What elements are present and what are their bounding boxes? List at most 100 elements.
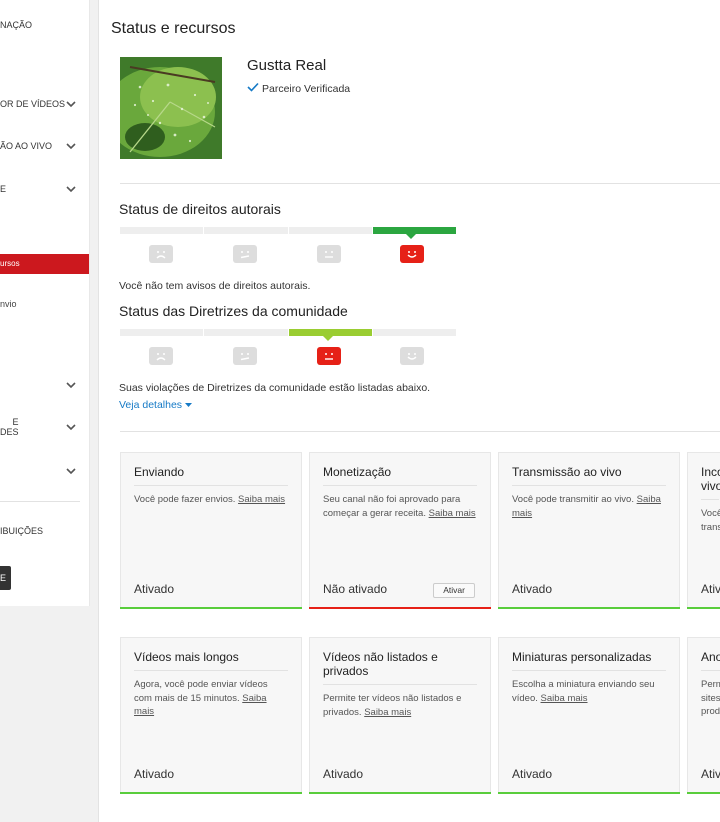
sidebar-item-label: ursos	[0, 259, 20, 268]
card-status: Ativado	[512, 767, 553, 781]
status-segment-active	[288, 329, 372, 336]
card-status-bar	[687, 607, 720, 609]
card-status: Ativado	[512, 582, 553, 596]
sidebar: NAÇÃO OR DE VÍDEOS ÃO AO VIVO E ursos nv…	[0, 0, 90, 606]
card-title: Vídeos mais longos	[134, 650, 288, 671]
see-details-link[interactable]: Veja detalhes	[119, 399, 193, 411]
card-status-bar	[498, 792, 680, 794]
status-segment	[120, 329, 204, 336]
verified-badge: Parceiro Verificada	[247, 82, 350, 95]
uneasy-face-icon	[233, 347, 257, 365]
sidebar-divider	[0, 501, 80, 502]
status-segment-active	[372, 227, 456, 234]
card-status: Não ativado	[323, 582, 388, 596]
card-description: Agora, você pode enviar vídeos com mais …	[134, 679, 268, 717]
verified-label: Parceiro Verificada	[262, 82, 351, 95]
card-status: Ativado	[134, 582, 175, 596]
chevron-down-icon[interactable]	[66, 185, 76, 195]
chevron-down-icon[interactable]	[66, 467, 76, 477]
card-description: Seu canal não foi aprovado para começar …	[323, 494, 476, 519]
sidebar-item-label: nvio	[0, 299, 17, 309]
card-status-bar	[498, 607, 680, 609]
chevron-down-icon[interactable]	[66, 381, 76, 391]
card-title: Transmissão ao vivo	[512, 465, 666, 486]
copyright-status-title: Status de direitos autorais	[119, 201, 281, 217]
status-pointer	[406, 234, 416, 239]
uneasy-face-icon	[233, 245, 257, 263]
feature-card-annotations: Ano Perm sites prod Ativ	[687, 637, 720, 794]
sidebar-item-label: OR DE VÍDEOS	[0, 99, 66, 109]
sidebar-item-label: IBUIÇÕES	[0, 526, 44, 536]
feature-card-monetization: Monetização Seu canal não foi aprovado p…	[309, 452, 491, 609]
status-pointer	[323, 336, 333, 341]
check-icon	[247, 82, 259, 95]
card-title: Monetização	[323, 465, 477, 486]
learn-more-link[interactable]: Saiba mais	[541, 693, 588, 704]
main-content: Status e recursos Gustta Real Parceiro V…	[98, 0, 720, 822]
card-status-bar	[120, 792, 302, 794]
feature-card-unlisted-private: Vídeos não listados e privados Permite t…	[309, 637, 491, 794]
learn-more-link[interactable]: Saiba mais	[429, 508, 476, 519]
status-segment	[372, 329, 456, 336]
see-details-label: Veja detalhes	[119, 399, 183, 411]
chevron-down-icon[interactable]	[66, 100, 76, 110]
card-title: Inco vivo	[701, 465, 720, 500]
sidebar-item-upload-defaults[interactable]: nvio	[0, 299, 17, 309]
community-status-bar	[120, 329, 457, 336]
card-description: Escolha a miniatura enviando seu vídeo. …	[512, 679, 655, 704]
sad-face-icon	[149, 347, 173, 365]
card-status-bar	[309, 607, 491, 609]
card-description: Você pode transmitir ao vivo. Saiba mais	[512, 494, 661, 519]
activate-button[interactable]: Ativar	[433, 583, 475, 598]
card-title: Vídeos não listados e privados	[323, 650, 477, 685]
card-status-bar	[309, 792, 491, 794]
community-status-message: Suas violações de Diretrizes da comunida…	[119, 382, 431, 394]
card-status: Ativ	[701, 767, 720, 781]
status-segment	[204, 329, 288, 336]
card-status-bar	[687, 792, 720, 794]
sad-face-icon	[149, 245, 173, 263]
sidebar-item-label: E	[0, 184, 7, 194]
caret-down-icon	[185, 399, 193, 411]
feature-card-live-streaming: Transmissão ao vivo Você pode transmitir…	[498, 452, 680, 609]
sidebar-item-label: NAÇÃO	[0, 20, 33, 30]
neutral-face-icon	[317, 245, 341, 263]
learn-more-link[interactable]: Saiba mais	[238, 494, 285, 505]
card-status: Ativado	[134, 767, 175, 781]
sidebar-item-label: E DES	[0, 417, 19, 437]
status-segment	[204, 227, 288, 234]
card-title: Enviando	[134, 465, 288, 486]
divider	[120, 183, 720, 184]
learn-more-link[interactable]: Saiba mais	[364, 707, 411, 718]
feature-card-custom-thumbnails: Miniaturas personalizadas Escolha a mini…	[498, 637, 680, 794]
status-segment	[288, 227, 372, 234]
card-title: Ano	[701, 650, 720, 671]
page-title: Status e recursos	[111, 20, 236, 37]
copyright-status-bar	[120, 227, 457, 234]
status-segment	[120, 227, 204, 234]
chevron-down-icon[interactable]	[66, 423, 76, 433]
sidebar-feedback-button[interactable]: E	[0, 566, 11, 590]
card-description: Perm sites prod	[701, 679, 720, 717]
card-description: Você trans	[701, 508, 720, 533]
copyright-status-message: Você não tem avisos de direitos autorais…	[119, 280, 311, 292]
card-status: Ativ	[701, 582, 720, 596]
happy-face-icon	[400, 347, 424, 365]
card-status-bar	[120, 607, 302, 609]
card-description: Você pode fazer envios. Saiba mais	[134, 494, 286, 505]
sidebar-button-label: E	[0, 573, 6, 583]
neutral-face-icon	[317, 347, 341, 365]
card-description: Permite ter vídeos não listados e privad…	[323, 693, 462, 718]
channel-name[interactable]: Gustta Real	[247, 57, 326, 74]
divider	[120, 431, 720, 432]
sidebar-item-status-features[interactable]: ursos	[0, 254, 89, 274]
card-status: Ativado	[323, 767, 364, 781]
feature-card-uploading: Enviando Você pode fazer envios. Saiba m…	[120, 452, 302, 609]
channel-avatar	[120, 57, 222, 159]
community-status-title: Status das Diretrizes da comunidade	[119, 303, 348, 319]
happy-face-icon	[400, 245, 424, 263]
feature-card-longer-videos: Vídeos mais longos Agora, você pode envi…	[120, 637, 302, 794]
chevron-down-icon[interactable]	[66, 142, 76, 152]
card-title: Miniaturas personalizadas	[512, 650, 666, 671]
feature-card-embedded-live: Inco vivo Você trans Ativ	[687, 452, 720, 609]
